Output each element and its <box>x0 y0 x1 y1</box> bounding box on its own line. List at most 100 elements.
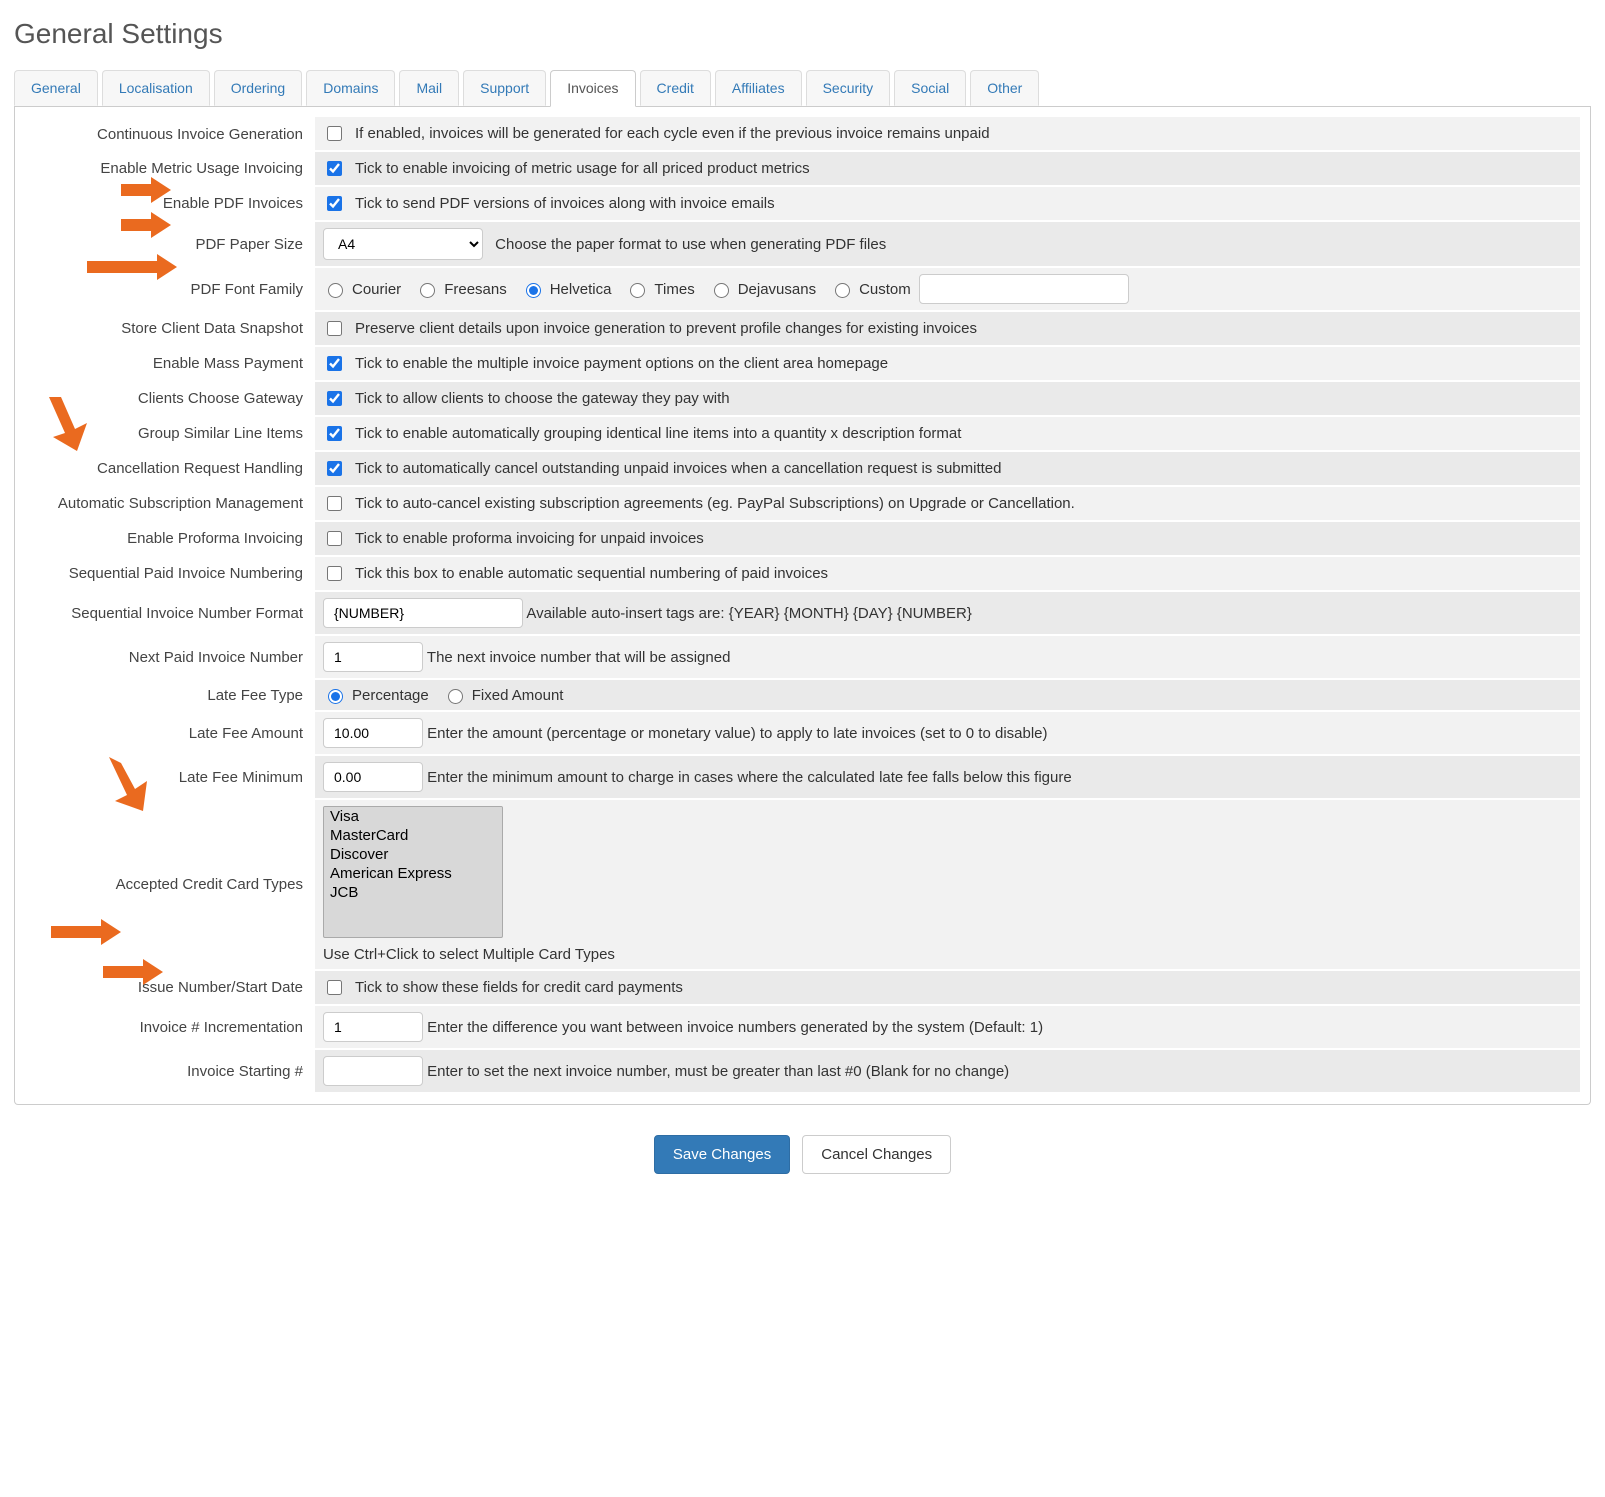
radio-font-times[interactable]: Times <box>625 280 694 298</box>
tab-domains[interactable]: Domains <box>306 70 395 106</box>
radio-input-font-custom[interactable] <box>835 283 850 298</box>
checkbox-choose-gateway[interactable] <box>327 391 342 406</box>
tab-localisation[interactable]: Localisation <box>102 70 210 106</box>
label-late-fee-min: Late Fee Minimum <box>25 755 315 799</box>
label-auto-subscription: Automatic Subscription Management <box>25 486 315 521</box>
radio-input-latefee-fixed-amount[interactable] <box>448 689 463 704</box>
desc-snapshot: Preserve client details upon invoice gen… <box>355 320 977 337</box>
radio-font-helvetica[interactable]: Helvetica <box>521 280 612 298</box>
tab-social[interactable]: Social <box>894 70 966 106</box>
label-pdf-paper-size: PDF Paper Size <box>25 221 315 267</box>
input-invoice-increment[interactable] <box>323 1012 423 1042</box>
radio-font-dejavusans[interactable]: Dejavusans <box>709 280 816 298</box>
label-seq-format: Sequential Invoice Number Format <box>25 591 315 635</box>
desc-continuous-invoice: If enabled, invoices will be generated f… <box>355 125 990 142</box>
label-choose-gateway: Clients Choose Gateway <box>25 381 315 416</box>
checkbox-seq-paid[interactable] <box>327 566 342 581</box>
input-seq-format[interactable] <box>323 598 523 628</box>
label-pdf-font-family: PDF Font Family <box>25 267 315 311</box>
desc-invoice-starting: Enter to set the next invoice number, mu… <box>427 1063 1009 1080</box>
desc-group-items: Tick to enable automatically grouping id… <box>355 425 961 442</box>
tab-credit[interactable]: Credit <box>640 70 711 106</box>
nav-tabs: GeneralLocalisationOrderingDomainsMailSu… <box>14 70 1591 107</box>
checkbox-continuous-invoice[interactable] <box>327 126 342 141</box>
cc-option-american-express[interactable]: American Express <box>324 864 502 883</box>
label-invoice-increment: Invoice # Incrementation <box>25 1005 315 1049</box>
label-late-fee-amount: Late Fee Amount <box>25 711 315 755</box>
cc-option-visa[interactable]: Visa <box>324 807 502 826</box>
label-seq-paid: Sequential Paid Invoice Numbering <box>25 556 315 591</box>
radio-font-courier[interactable]: Courier <box>323 280 401 298</box>
radio-input-font-dejavusans[interactable] <box>714 283 729 298</box>
checkbox-proforma[interactable] <box>327 531 342 546</box>
checkbox-pdf-invoices[interactable] <box>327 196 342 211</box>
label-metric-usage: Enable Metric Usage Invoicing <box>25 151 315 186</box>
input-next-paid[interactable] <box>323 642 423 672</box>
checkbox-issue-number[interactable] <box>327 980 342 995</box>
label-late-fee-type: Late Fee Type <box>25 679 315 711</box>
radio-input-font-courier[interactable] <box>328 283 343 298</box>
input-invoice-starting[interactable] <box>323 1056 423 1086</box>
label-cc-types: Accepted Credit Card Types <box>25 799 315 970</box>
cc-option-mastercard[interactable]: MasterCard <box>324 826 502 845</box>
select-cc-types[interactable]: VisaMasterCardDiscoverAmerican ExpressJC… <box>323 806 503 938</box>
label-issue-number: Issue Number/Start Date <box>25 970 315 1005</box>
input-late-fee-amount[interactable] <box>323 718 423 748</box>
desc-metric-usage: Tick to enable invoicing of metric usage… <box>355 160 810 177</box>
tab-support[interactable]: Support <box>463 70 546 106</box>
tab-ordering[interactable]: Ordering <box>214 70 302 106</box>
label-proforma: Enable Proforma Invoicing <box>25 521 315 556</box>
tab-affiliates[interactable]: Affiliates <box>715 70 802 106</box>
desc-seq-format: Available auto-insert tags are: {YEAR} {… <box>526 605 972 622</box>
input-custom-font[interactable] <box>919 274 1129 304</box>
checkbox-metric-usage[interactable] <box>327 161 342 176</box>
tab-general[interactable]: General <box>14 70 98 106</box>
checkbox-cancel-request[interactable] <box>327 461 342 476</box>
cc-option-jcb[interactable]: JCB <box>324 883 502 902</box>
desc-proforma: Tick to enable proforma invoicing for un… <box>355 530 704 547</box>
label-continuous-invoice: Continuous Invoice Generation <box>25 117 315 151</box>
radio-latefee-percentage[interactable]: Percentage <box>323 686 429 704</box>
label-group-items: Group Similar Line Items <box>25 416 315 451</box>
checkbox-auto-subscription[interactable] <box>327 496 342 511</box>
desc-cc-types: Use Ctrl+Click to select Multiple Card T… <box>323 946 1572 963</box>
checkbox-group-items[interactable] <box>327 426 342 441</box>
checkbox-mass-payment[interactable] <box>327 356 342 371</box>
settings-panel: Continuous Invoice Generation If enabled… <box>14 107 1591 1105</box>
cc-option-discover[interactable]: Discover <box>324 845 502 864</box>
label-snapshot: Store Client Data Snapshot <box>25 311 315 346</box>
radio-input-font-times[interactable] <box>630 283 645 298</box>
page-title: General Settings <box>14 18 1591 50</box>
tab-mail[interactable]: Mail <box>399 70 459 106</box>
desc-mass-payment: Tick to enable the multiple invoice paym… <box>355 355 888 372</box>
radio-group-late-fee-type: Percentage Fixed Amount <box>323 686 1572 704</box>
label-pdf-invoices: Enable PDF Invoices <box>25 186 315 221</box>
radio-latefee-fixed-amount[interactable]: Fixed Amount <box>443 686 564 704</box>
radio-input-latefee-percentage[interactable] <box>328 689 343 704</box>
tab-invoices[interactable]: Invoices <box>550 70 635 107</box>
desc-cancel-request: Tick to automatically cancel outstanding… <box>355 460 1001 477</box>
desc-pdf-invoices: Tick to send PDF versions of invoices al… <box>355 195 775 212</box>
cancel-button[interactable]: Cancel Changes <box>802 1135 951 1174</box>
label-cancel-request: Cancellation Request Handling <box>25 451 315 486</box>
desc-late-fee-amount: Enter the amount (percentage or monetary… <box>427 725 1047 742</box>
radio-input-font-freesans[interactable] <box>420 283 435 298</box>
desc-seq-paid: Tick this box to enable automatic sequen… <box>355 565 828 582</box>
input-late-fee-min[interactable] <box>323 762 423 792</box>
desc-invoice-increment: Enter the difference you want between in… <box>427 1019 1043 1036</box>
save-button[interactable]: Save Changes <box>654 1135 790 1174</box>
checkbox-snapshot[interactable] <box>327 321 342 336</box>
desc-choose-gateway: Tick to allow clients to choose the gate… <box>355 390 730 407</box>
select-pdf-paper-size[interactable]: A4 <box>323 228 483 260</box>
radio-group-pdf-font: Courier Freesans Helvetica Times Dejavusans C… <box>323 274 1572 304</box>
label-invoice-starting: Invoice Starting # <box>25 1049 315 1093</box>
tab-security[interactable]: Security <box>806 70 891 106</box>
radio-font-custom[interactable]: Custom <box>830 280 911 298</box>
desc-pdf-paper-size: Choose the paper format to use when gene… <box>495 236 886 253</box>
tab-other[interactable]: Other <box>970 70 1039 106</box>
desc-issue-number: Tick to show these fields for credit car… <box>355 979 683 996</box>
desc-next-paid: The next invoice number that will be ass… <box>427 649 731 666</box>
radio-font-freesans[interactable]: Freesans <box>415 280 507 298</box>
desc-late-fee-min: Enter the minimum amount to charge in ca… <box>427 769 1072 786</box>
radio-input-font-helvetica[interactable] <box>526 283 541 298</box>
